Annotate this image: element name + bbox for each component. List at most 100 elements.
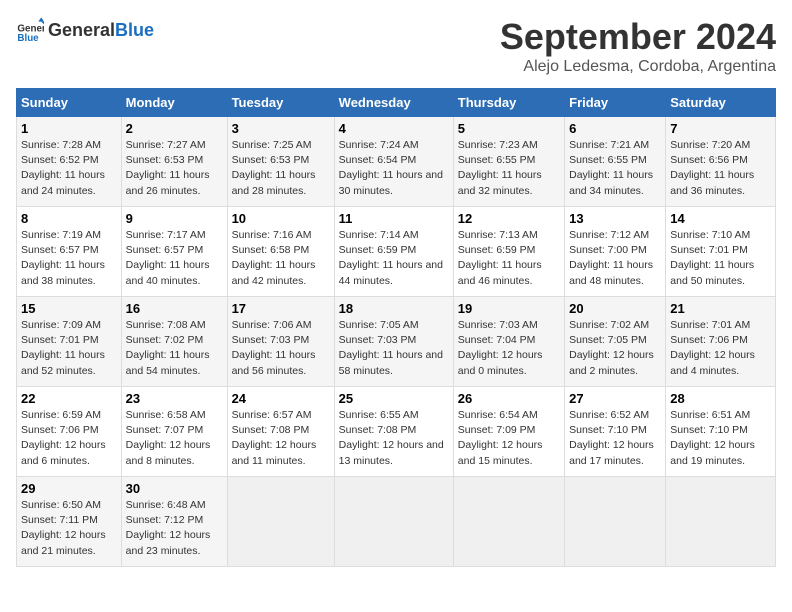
day-info: Sunrise: 6:52 AMSunset: 7:10 PMDaylight:… [569,409,654,467]
day-info: Sunrise: 7:21 AMSunset: 6:55 PMDaylight:… [569,139,653,197]
table-row: 27 Sunrise: 6:52 AMSunset: 7:10 PMDaylig… [565,387,666,477]
day-number: 19 [458,301,560,316]
main-title: September 2024 [500,16,776,58]
table-row: 18 Sunrise: 7:05 AMSunset: 7:03 PMDaylig… [334,297,453,387]
table-row [334,477,453,567]
table-row: 14 Sunrise: 7:10 AMSunset: 7:01 PMDaylig… [666,207,776,297]
table-row: 26 Sunrise: 6:54 AMSunset: 7:09 PMDaylig… [453,387,564,477]
day-number: 9 [126,211,223,226]
day-info: Sunrise: 7:25 AMSunset: 6:53 PMDaylight:… [232,139,316,197]
title-section: September 2024 Alejo Ledesma, Cordoba, A… [500,16,776,76]
day-number: 27 [569,391,661,406]
calendar-header-row: Sunday Monday Tuesday Wednesday Thursday… [17,89,776,117]
table-row [227,477,334,567]
table-row: 13 Sunrise: 7:12 AMSunset: 7:00 PMDaylig… [565,207,666,297]
day-number: 22 [21,391,117,406]
day-info: Sunrise: 6:59 AMSunset: 7:06 PMDaylight:… [21,409,106,467]
table-row: 15 Sunrise: 7:09 AMSunset: 7:01 PMDaylig… [17,297,122,387]
table-row: 20 Sunrise: 7:02 AMSunset: 7:05 PMDaylig… [565,297,666,387]
table-row: 6 Sunrise: 7:21 AMSunset: 6:55 PMDayligh… [565,117,666,207]
table-row: 19 Sunrise: 7:03 AMSunset: 7:04 PMDaylig… [453,297,564,387]
table-row: 11 Sunrise: 7:14 AMSunset: 6:59 PMDaylig… [334,207,453,297]
table-row: 30 Sunrise: 6:48 AMSunset: 7:12 PMDaylig… [121,477,227,567]
day-number: 3 [232,121,330,136]
day-info: Sunrise: 6:48 AMSunset: 7:12 PMDaylight:… [126,499,211,557]
day-number: 24 [232,391,330,406]
day-number: 2 [126,121,223,136]
table-row: 12 Sunrise: 7:13 AMSunset: 6:59 PMDaylig… [453,207,564,297]
table-row: 5 Sunrise: 7:23 AMSunset: 6:55 PMDayligh… [453,117,564,207]
day-info: Sunrise: 7:19 AMSunset: 6:57 PMDaylight:… [21,229,105,287]
col-monday: Monday [121,89,227,117]
table-row: 17 Sunrise: 7:06 AMSunset: 7:03 PMDaylig… [227,297,334,387]
table-row: 4 Sunrise: 7:24 AMSunset: 6:54 PMDayligh… [334,117,453,207]
day-number: 7 [670,121,771,136]
day-info: Sunrise: 6:50 AMSunset: 7:11 PMDaylight:… [21,499,106,557]
table-row: 24 Sunrise: 6:57 AMSunset: 7:08 PMDaylig… [227,387,334,477]
calendar-week-row: 22 Sunrise: 6:59 AMSunset: 7:06 PMDaylig… [17,387,776,477]
calendar-table: Sunday Monday Tuesday Wednesday Thursday… [16,88,776,567]
day-info: Sunrise: 7:27 AMSunset: 6:53 PMDaylight:… [126,139,210,197]
col-sunday: Sunday [17,89,122,117]
table-row: 25 Sunrise: 6:55 AMSunset: 7:08 PMDaylig… [334,387,453,477]
day-info: Sunrise: 6:54 AMSunset: 7:09 PMDaylight:… [458,409,543,467]
day-info: Sunrise: 6:55 AMSunset: 7:08 PMDaylight:… [339,409,444,467]
day-number: 16 [126,301,223,316]
day-info: Sunrise: 6:57 AMSunset: 7:08 PMDaylight:… [232,409,317,467]
day-number: 11 [339,211,449,226]
subtitle: Alejo Ledesma, Cordoba, Argentina [500,58,776,76]
table-row: 16 Sunrise: 7:08 AMSunset: 7:02 PMDaylig… [121,297,227,387]
day-info: Sunrise: 7:12 AMSunset: 7:00 PMDaylight:… [569,229,653,287]
table-row: 22 Sunrise: 6:59 AMSunset: 7:06 PMDaylig… [17,387,122,477]
table-row: 7 Sunrise: 7:20 AMSunset: 6:56 PMDayligh… [666,117,776,207]
col-thursday: Thursday [453,89,564,117]
day-info: Sunrise: 7:20 AMSunset: 6:56 PMDaylight:… [670,139,754,197]
day-number: 29 [21,481,117,496]
table-row [453,477,564,567]
day-number: 4 [339,121,449,136]
day-number: 25 [339,391,449,406]
table-row [565,477,666,567]
logo-general: General [48,20,115,40]
table-row: 29 Sunrise: 6:50 AMSunset: 7:11 PMDaylig… [17,477,122,567]
page-header: General Blue GeneralBlue September 2024 … [16,16,776,76]
col-tuesday: Tuesday [227,89,334,117]
calendar-week-row: 15 Sunrise: 7:09 AMSunset: 7:01 PMDaylig… [17,297,776,387]
day-info: Sunrise: 7:02 AMSunset: 7:05 PMDaylight:… [569,319,654,377]
day-info: Sunrise: 6:58 AMSunset: 7:07 PMDaylight:… [126,409,211,467]
table-row: 1 Sunrise: 7:28 AMSunset: 6:52 PMDayligh… [17,117,122,207]
table-row: 23 Sunrise: 6:58 AMSunset: 7:07 PMDaylig… [121,387,227,477]
logo: General Blue GeneralBlue [16,16,154,44]
day-info: Sunrise: 7:17 AMSunset: 6:57 PMDaylight:… [126,229,210,287]
svg-text:Blue: Blue [17,33,39,44]
day-info: Sunrise: 7:01 AMSunset: 7:06 PMDaylight:… [670,319,755,377]
day-number: 14 [670,211,771,226]
day-info: Sunrise: 7:14 AMSunset: 6:59 PMDaylight:… [339,229,443,287]
day-number: 26 [458,391,560,406]
day-number: 8 [21,211,117,226]
day-number: 12 [458,211,560,226]
day-number: 17 [232,301,330,316]
day-number: 20 [569,301,661,316]
table-row: 8 Sunrise: 7:19 AMSunset: 6:57 PMDayligh… [17,207,122,297]
day-info: Sunrise: 7:08 AMSunset: 7:02 PMDaylight:… [126,319,210,377]
day-info: Sunrise: 7:16 AMSunset: 6:58 PMDaylight:… [232,229,316,287]
table-row [666,477,776,567]
col-wednesday: Wednesday [334,89,453,117]
table-row: 10 Sunrise: 7:16 AMSunset: 6:58 PMDaylig… [227,207,334,297]
day-number: 23 [126,391,223,406]
day-number: 28 [670,391,771,406]
day-info: Sunrise: 7:09 AMSunset: 7:01 PMDaylight:… [21,319,105,377]
col-saturday: Saturday [666,89,776,117]
logo-blue: Blue [115,20,154,40]
day-info: Sunrise: 7:13 AMSunset: 6:59 PMDaylight:… [458,229,542,287]
day-number: 30 [126,481,223,496]
table-row: 2 Sunrise: 7:27 AMSunset: 6:53 PMDayligh… [121,117,227,207]
calendar-week-row: 1 Sunrise: 7:28 AMSunset: 6:52 PMDayligh… [17,117,776,207]
day-number: 10 [232,211,330,226]
day-info: Sunrise: 7:23 AMSunset: 6:55 PMDaylight:… [458,139,542,197]
day-number: 21 [670,301,771,316]
calendar-week-row: 29 Sunrise: 6:50 AMSunset: 7:11 PMDaylig… [17,477,776,567]
calendar-week-row: 8 Sunrise: 7:19 AMSunset: 6:57 PMDayligh… [17,207,776,297]
day-info: Sunrise: 6:51 AMSunset: 7:10 PMDaylight:… [670,409,755,467]
